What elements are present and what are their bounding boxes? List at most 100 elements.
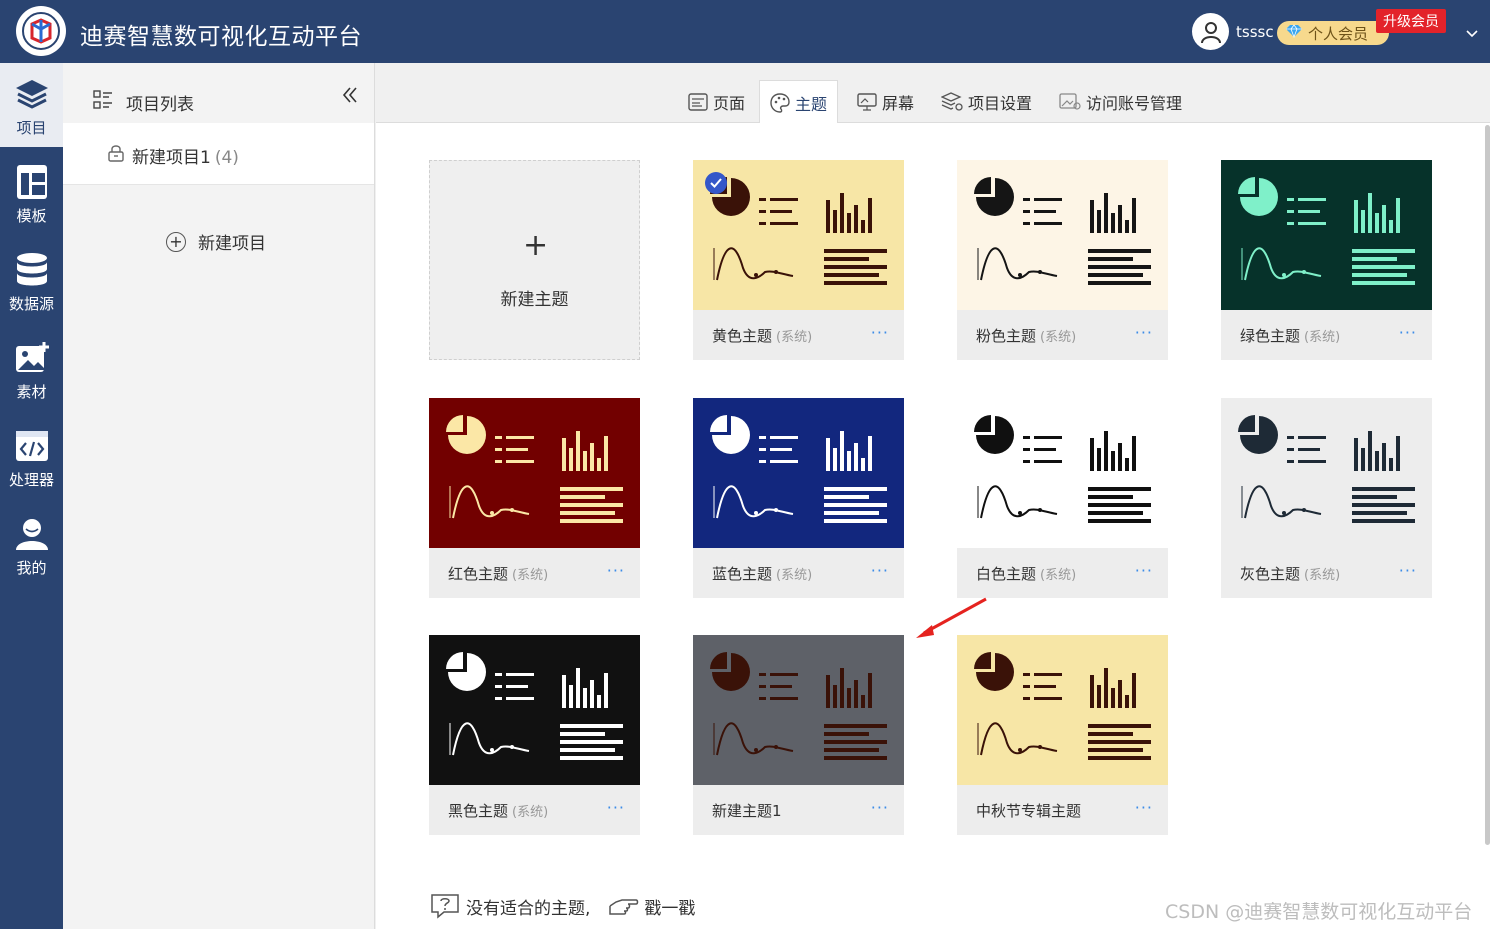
- more-options-icon[interactable]: ···: [871, 323, 889, 342]
- watermark: CSDN @迪赛智慧数可视化互动平台: [1165, 901, 1473, 923]
- tab-page[interactable]: 页面: [678, 80, 755, 123]
- theme-thumbnail[interactable]: [957, 635, 1168, 785]
- more-options-icon[interactable]: ···: [607, 798, 625, 817]
- theme-thumbnail[interactable]: [693, 635, 904, 785]
- nav-item-template[interactable]: 模板: [0, 151, 63, 235]
- nav-item-material[interactable]: 素材: [0, 327, 63, 411]
- theme-card[interactable]: 黄色主题 (系统) ···: [693, 160, 904, 360]
- theme-name: 灰色主题: [1240, 565, 1301, 583]
- theme-tag: (系统): [776, 568, 813, 583]
- nav-item-project[interactable]: 项目: [0, 63, 63, 147]
- theme-thumbnail[interactable]: [429, 398, 640, 548]
- nav-item-datasource[interactable]: 数据源: [0, 239, 63, 323]
- monitor-icon: [857, 92, 877, 111]
- poke-link[interactable]: 戳一戳: [644, 894, 695, 919]
- more-options-icon[interactable]: ···: [1399, 323, 1417, 342]
- nav-label: 数据源: [8, 295, 54, 313]
- database-icon: [12, 249, 52, 291]
- new-project-button[interactable]: + 新建项目: [166, 229, 266, 254]
- theme-card[interactable]: 新建主题1 ···: [693, 635, 904, 835]
- theme-name: 蓝色主题: [712, 565, 773, 583]
- nav-label: 我的: [16, 559, 47, 577]
- image-add-icon: [12, 337, 52, 379]
- user-icon: [12, 513, 52, 555]
- theme-thumbnail[interactable]: [957, 398, 1168, 548]
- username[interactable]: tsssc: [1236, 23, 1274, 41]
- pie-icon: [446, 415, 486, 454]
- theme-name: 绿色主题: [1240, 327, 1301, 345]
- help-text: 没有适合的主题,: [466, 898, 591, 919]
- project-name: 新建项目1: [132, 148, 211, 168]
- collapse-icon[interactable]: [341, 85, 359, 110]
- more-options-icon[interactable]: ···: [871, 561, 889, 580]
- chevron-down-icon[interactable]: [1465, 24, 1479, 43]
- user-avatar[interactable]: [1192, 13, 1229, 50]
- pie-icon: [974, 177, 1014, 216]
- layers-icon: [12, 73, 52, 115]
- theme-name: 红色主题: [448, 565, 509, 583]
- theme-card[interactable]: 黑色主题 (系统) ···: [429, 635, 640, 835]
- pie-icon: [710, 652, 750, 691]
- tab-theme[interactable]: 主题: [759, 80, 839, 124]
- theme-card[interactable]: 绿色主题 (系统) ···: [1221, 160, 1432, 360]
- theme-thumbnail[interactable]: [693, 398, 904, 548]
- theme-name: 中秋节专辑主题: [976, 802, 1082, 820]
- theme-thumbnail[interactable]: [429, 635, 640, 785]
- new-theme-label: 新建主题: [500, 290, 569, 310]
- theme-name: 白色主题: [976, 565, 1037, 583]
- nav-label: 项目: [16, 119, 47, 137]
- scrollbar[interactable]: [1485, 125, 1490, 845]
- theme-thumbnail[interactable]: [957, 160, 1168, 310]
- upgrade-button[interactable]: 升级会员: [1376, 9, 1446, 33]
- project-list-item[interactable]: 新建项目1 (4): [63, 123, 374, 185]
- template-icon: [12, 161, 52, 203]
- more-options-icon[interactable]: ···: [607, 561, 625, 580]
- app-logo[interactable]: [16, 6, 66, 56]
- pie-icon: [974, 415, 1014, 454]
- more-options-icon[interactable]: ···: [871, 798, 889, 817]
- theme-name: 新建主题1: [712, 802, 782, 820]
- theme-card[interactable]: 蓝色主题 (系统) ···: [693, 398, 904, 598]
- theme-tag: (系统): [776, 330, 813, 345]
- more-options-icon[interactable]: ···: [1399, 561, 1417, 580]
- tab-label: 项目设置: [968, 93, 1033, 113]
- tab-access-accounts[interactable]: 访问账号管理: [1049, 80, 1192, 123]
- tab-label: 屏幕: [882, 93, 915, 113]
- lock-icon: [107, 144, 125, 166]
- more-options-icon[interactable]: ···: [1135, 561, 1153, 580]
- tab-label: 页面: [713, 93, 746, 113]
- member-label: 个人会员: [1308, 24, 1369, 43]
- theme-card[interactable]: 中秋节专辑主题 ···: [957, 635, 1168, 835]
- account-image-icon: [1059, 92, 1081, 111]
- theme-thumbnail[interactable]: [1221, 160, 1432, 310]
- nav-item-processor[interactable]: 处理器: [0, 415, 63, 499]
- code-icon: [12, 425, 52, 467]
- theme-tag: (系统): [512, 568, 549, 583]
- project-panel-header: 项目列表: [63, 63, 374, 123]
- footer-help: 没有适合的主题, 戳一戳: [430, 893, 695, 919]
- theme-name: 黄色主题: [712, 327, 773, 345]
- hand-pointer-icon[interactable]: [608, 894, 640, 918]
- list-icon: [93, 90, 113, 114]
- plus-icon: +: [523, 228, 549, 263]
- check-icon: [705, 172, 727, 194]
- pie-icon: [1238, 415, 1278, 454]
- pie-icon: [710, 415, 750, 454]
- theme-tag: (系统): [1304, 568, 1341, 583]
- member-badge[interactable]: 个人会员: [1277, 21, 1389, 45]
- nav-item-mine[interactable]: 我的: [0, 503, 63, 587]
- theme-card[interactable]: 红色主题 (系统) ···: [429, 398, 640, 598]
- new-theme-card[interactable]: + 新建主题: [429, 160, 640, 360]
- theme-tag: (系统): [1040, 330, 1077, 345]
- tab-project-settings[interactable]: 项目设置: [931, 80, 1042, 123]
- theme-thumbnail[interactable]: [1221, 398, 1432, 548]
- theme-card[interactable]: 粉色主题 (系统) ···: [957, 160, 1168, 360]
- tab-screen[interactable]: 屏幕: [847, 80, 924, 123]
- palette-icon: [770, 92, 790, 113]
- theme-card[interactable]: 白色主题 (系统) ···: [957, 398, 1168, 598]
- more-options-icon[interactable]: ···: [1135, 798, 1153, 817]
- theme-card[interactable]: 灰色主题 (系统) ···: [1221, 398, 1432, 598]
- theme-name: 黑色主题: [448, 802, 509, 820]
- nav-label: 模板: [16, 207, 47, 225]
- more-options-icon[interactable]: ···: [1135, 323, 1153, 342]
